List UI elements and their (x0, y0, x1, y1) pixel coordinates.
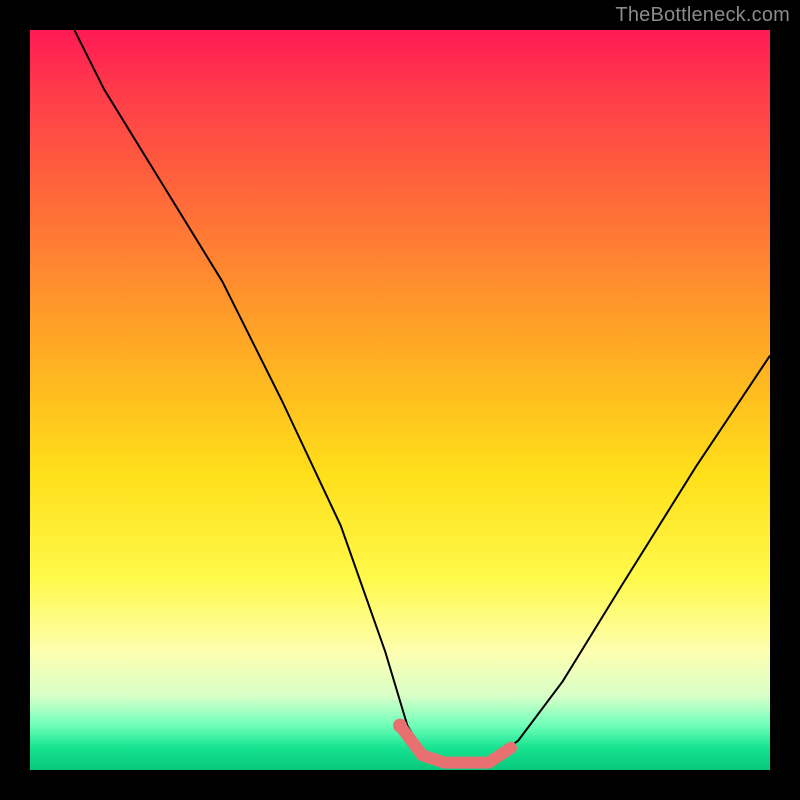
chart-svg (30, 30, 770, 770)
bottleneck-curve (74, 30, 770, 763)
optimal-range-dot (393, 719, 407, 733)
chart-frame: TheBottleneck.com (0, 0, 800, 800)
optimal-range-highlight (400, 726, 511, 763)
watermark-text: TheBottleneck.com (615, 4, 790, 27)
plot-area (30, 30, 770, 770)
